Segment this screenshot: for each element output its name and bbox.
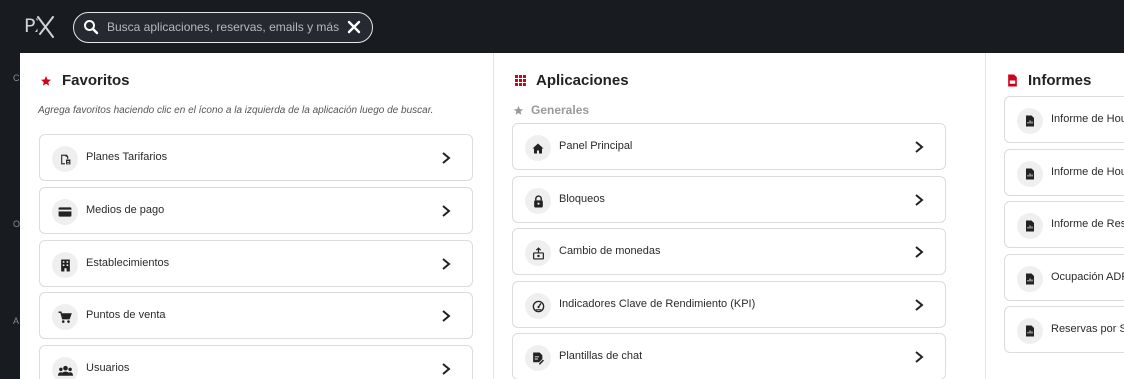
app-item-label: Cambio de monedas <box>559 245 661 257</box>
background-sidebar: C O A <box>0 53 20 379</box>
reports-title: Informes <box>1028 72 1092 89</box>
report-icon <box>1017 213 1043 239</box>
favorites-header: Favoritos <box>39 72 130 89</box>
favorite-item-points-of-sale[interactable]: Puntos de venta <box>39 292 473 339</box>
report-item[interactable]: Reservas por SKU ( <box>1004 306 1124 353</box>
chevron-right-icon <box>442 205 451 217</box>
section-title: Generales <box>531 103 590 117</box>
lock-icon <box>525 188 551 214</box>
rate-plans-icon <box>52 146 78 172</box>
applications-header: Aplicaciones <box>513 72 629 89</box>
report-icon <box>1017 266 1043 292</box>
favorite-item-payment-methods[interactable]: Medios de pago <box>39 187 473 234</box>
app-item-label: Indicadores Clave de Rendimiento (KPI) <box>559 298 756 310</box>
favorites-hint: Agrega favoritos haciendo clic en el íco… <box>38 105 434 116</box>
sidebar-letter: A <box>13 316 20 326</box>
search-box[interactable]: Busca aplicaciones, reservas, emails y m… <box>73 12 373 43</box>
favorite-item-label: Puntos de venta <box>86 309 166 321</box>
applications-title: Aplicaciones <box>536 72 629 89</box>
star-icon <box>513 105 524 115</box>
app-item-main-panel[interactable]: Panel Principal <box>512 123 946 170</box>
reports-header: Informes <box>1005 72 1091 89</box>
report-item-label: Informe de Reserva <box>1051 218 1124 230</box>
reports-column: Informes Informe de Housek Informe de Ho… <box>985 53 1124 379</box>
users-icon <box>52 357 78 379</box>
report-icon <box>1017 318 1043 344</box>
app-item-label: Panel Principal <box>559 140 633 152</box>
chevron-right-icon <box>442 310 451 322</box>
home-icon <box>525 135 551 161</box>
star-icon <box>39 74 53 88</box>
favorites-title: Favoritos <box>62 72 130 89</box>
chevron-right-icon <box>915 141 924 153</box>
favorite-item-users[interactable]: Usuarios <box>39 345 473 379</box>
search-icon <box>84 20 99 35</box>
chat-template-icon <box>525 345 551 371</box>
report-item-label: Informe de Housek <box>1051 166 1124 178</box>
app-item-currency-exchange[interactable]: Cambio de monedas <box>512 228 946 275</box>
credit-card-icon <box>52 199 78 225</box>
favorites-column: Favoritos Agrega favoritos haciendo clic… <box>20 53 493 379</box>
chevron-right-icon <box>915 299 924 311</box>
favorite-item-label: Medios de pago <box>86 204 165 216</box>
chevron-right-icon <box>442 363 451 375</box>
grid-icon <box>513 74 527 88</box>
top-bar: PX Busca aplicaciones, reservas, emails … <box>0 0 1124 53</box>
report-item-label: Informe de Housek <box>1051 113 1124 125</box>
chevron-right-icon <box>442 258 451 270</box>
currency-exchange-icon <box>525 240 551 266</box>
sidebar-letter: O <box>13 219 21 229</box>
chevron-right-icon <box>915 194 924 206</box>
favorite-item-label: Establecimientos <box>86 257 170 269</box>
chevron-right-icon <box>442 152 451 164</box>
report-item-label: Ocupación ADR y R <box>1051 271 1124 283</box>
clear-search-icon[interactable] <box>345 18 363 36</box>
chevron-right-icon <box>915 351 924 363</box>
section-general: Generales <box>513 103 589 117</box>
chevron-right-icon <box>915 246 924 258</box>
search-input[interactable]: Busca aplicaciones, reservas, emails y m… <box>107 20 339 34</box>
report-icon <box>1017 108 1043 134</box>
report-item[interactable]: Ocupación ADR y R <box>1004 254 1124 301</box>
report-item[interactable]: Informe de Housek <box>1004 96 1124 143</box>
applications-column: Aplicaciones Generales Panel Principal B… <box>493 53 985 379</box>
favorite-item-rate-plans[interactable]: Planes Tarifarios <box>39 134 473 181</box>
report-item[interactable]: Informe de Housek <box>1004 149 1124 196</box>
favorite-item-label: Usuarios <box>86 362 130 374</box>
app-item-chat-templates[interactable]: Plantillas de chat <box>512 333 946 379</box>
sidebar-letter: C <box>13 73 20 83</box>
pdf-report-icon <box>1005 74 1019 88</box>
app-item-blocks[interactable]: Bloqueos <box>512 176 946 223</box>
app-item-label: Plantillas de chat <box>559 350 643 362</box>
speedometer-icon <box>525 293 551 319</box>
app-logo[interactable]: PX <box>24 14 54 40</box>
search-dropdown-panel: Favoritos Agrega favoritos haciendo clic… <box>20 53 1124 379</box>
report-icon <box>1017 161 1043 187</box>
app-item-kpi[interactable]: Indicadores Clave de Rendimiento (KPI) <box>512 281 946 328</box>
cart-icon <box>52 304 78 330</box>
app-item-label: Bloqueos <box>559 193 605 205</box>
report-item[interactable]: Informe de Reserva <box>1004 201 1124 248</box>
building-icon <box>52 252 78 278</box>
favorite-item-label: Planes Tarifarios <box>86 151 168 163</box>
report-item-label: Reservas por SKU ( <box>1051 323 1124 335</box>
favorite-item-establishments[interactable]: Establecimientos <box>39 240 473 287</box>
logo-x-icon <box>37 16 54 38</box>
